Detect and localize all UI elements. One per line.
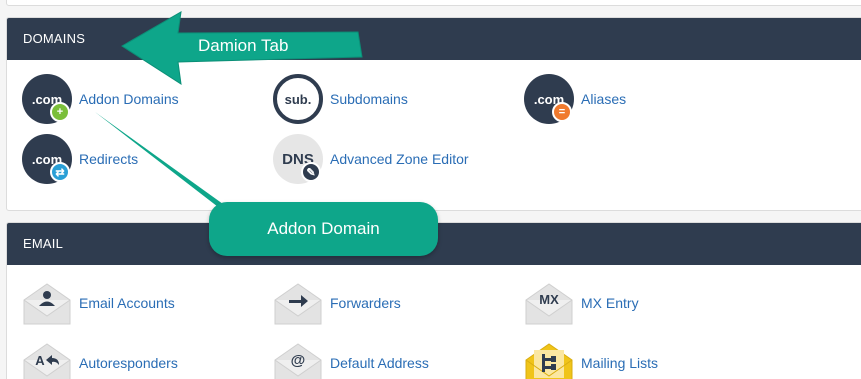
- tab-callout-text: Damion Tab: [198, 36, 289, 55]
- addon-callout-text: Addon Domain: [267, 219, 380, 238]
- cpanel-page: DOMAINS .com + Addon Domains sub. Subdom…: [0, 0, 861, 379]
- annotation-overlay: [95, 11, 363, 232]
- addon-callout-bubble: Addon Domain: [209, 202, 438, 256]
